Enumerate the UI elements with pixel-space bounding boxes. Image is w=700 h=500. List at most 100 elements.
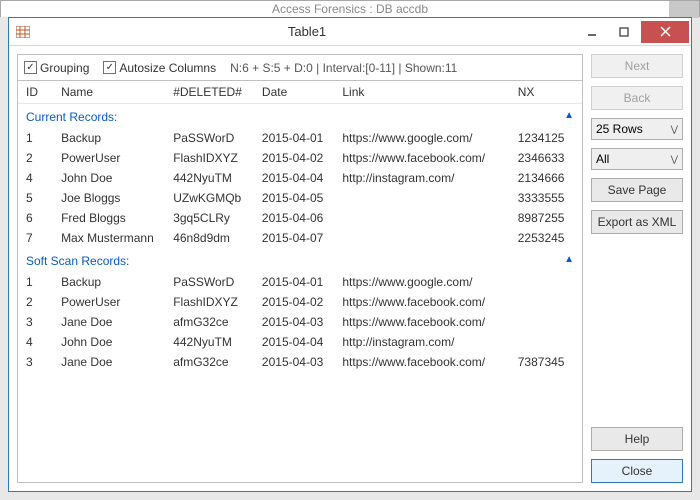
next-button[interactable]: Next [591, 54, 683, 78]
cell-del: 3gq5CLRy [165, 208, 254, 228]
cell-date: 2015-04-03 [254, 312, 334, 332]
rows-select[interactable]: 25 Rows ⋁ [591, 118, 683, 140]
cell-del: FlashIDXYZ [165, 148, 254, 168]
collapse-icon[interactable]: ▲ [564, 110, 574, 121]
cell-name: John Doe [53, 168, 165, 188]
cell-date: 2015-04-02 [254, 148, 334, 168]
cell-del: afmG32ce [165, 312, 254, 332]
help-button[interactable]: Help [591, 427, 683, 451]
close-dialog-button[interactable]: Close [591, 459, 683, 483]
cell-link [334, 208, 509, 228]
autosize-checkbox[interactable]: ✓ Autosize Columns [103, 61, 216, 75]
col-name[interactable]: Name [53, 81, 165, 104]
table-row[interactable]: 3Jane DoeafmG32ce2015-04-03https://www.f… [18, 352, 582, 372]
cell-name: Jane Doe [53, 352, 165, 372]
minimize-button[interactable] [577, 21, 607, 43]
col-date[interactable]: Date [254, 81, 334, 104]
cell-name: Max Mustermann [53, 228, 165, 248]
save-page-button[interactable]: Save Page [591, 178, 683, 202]
table-row[interactable]: 5Joe BloggsUZwKGMQb2015-04-053333555 [18, 188, 582, 208]
chevron-down-icon: ⋁ [671, 154, 678, 165]
cell-link: https://www.facebook.com/ [334, 148, 509, 168]
group-header[interactable]: Soft Scan Records:▲ [18, 248, 582, 272]
table-row[interactable]: 7Max Mustermann46n8d9dm2015-04-072253245 [18, 228, 582, 248]
table-row[interactable]: 6Fred Bloggs3gq5CLRy2015-04-068987255 [18, 208, 582, 228]
cell-link [334, 188, 509, 208]
chevron-down-icon: ⋁ [671, 124, 678, 135]
cell-date: 2015-04-04 [254, 332, 334, 352]
cell-del: UZwKGMQb [165, 188, 254, 208]
status-text: N:6 + S:5 + D:0 | Interval:[0-11] | Show… [230, 61, 457, 75]
table-row[interactable]: 1BackupPaSSWorD2015-04-01https://www.goo… [18, 128, 582, 148]
col-link[interactable]: Link [334, 81, 509, 104]
export-xml-button[interactable]: Export as XML [591, 210, 683, 234]
col-nx[interactable]: NX [510, 81, 582, 104]
cell-link [334, 228, 509, 248]
cell-del: afmG32ce [165, 352, 254, 372]
cell-link: https://www.facebook.com/ [334, 312, 509, 332]
cell-nx [510, 312, 582, 332]
window-title: Table1 [37, 24, 577, 39]
grouping-checkbox[interactable]: ✓ Grouping [24, 61, 89, 75]
dialog-window: Table1 ✓ Grouping ✓ Autosize Columns N:6… [8, 17, 692, 492]
table-row[interactable]: 3Jane DoeafmG32ce2015-04-03https://www.f… [18, 312, 582, 332]
cell-id: 4 [18, 168, 53, 188]
cell-del: PaSSWorD [165, 272, 254, 292]
cell-id: 3 [18, 312, 53, 332]
cell-nx [510, 272, 582, 292]
cell-link: https://www.google.com/ [334, 272, 509, 292]
cell-date: 2015-04-03 [254, 352, 334, 372]
cell-id: 1 [18, 128, 53, 148]
maximize-button[interactable] [609, 21, 639, 43]
left-panel: ✓ Grouping ✓ Autosize Columns N:6 + S:5 … [17, 54, 583, 483]
records-table: ID Name #DELETED# Date Link NX Current R… [18, 81, 582, 372]
table-row[interactable]: 1BackupPaSSWorD2015-04-01https://www.goo… [18, 272, 582, 292]
cell-id: 2 [18, 292, 53, 312]
table-row[interactable]: 2PowerUserFlashIDXYZ2015-04-02https://ww… [18, 292, 582, 312]
table-row[interactable]: 4John Doe442NyuTM2015-04-04http://instag… [18, 332, 582, 352]
cell-name: Joe Bloggs [53, 188, 165, 208]
cell-id: 7 [18, 228, 53, 248]
cell-link: https://www.google.com/ [334, 128, 509, 148]
cell-id: 2 [18, 148, 53, 168]
filter-select[interactable]: All ⋁ [591, 148, 683, 170]
cell-nx: 2253245 [510, 228, 582, 248]
cell-nx: 1234125 [510, 128, 582, 148]
group-header[interactable]: Current Records:▲ [18, 104, 582, 129]
cell-date: 2015-04-02 [254, 292, 334, 312]
close-button[interactable] [641, 21, 689, 43]
table-row[interactable]: 4John Doe442NyuTM2015-04-04http://instag… [18, 168, 582, 188]
cell-date: 2015-04-01 [254, 128, 334, 148]
parent-window-titlebar: Access Forensics : DB accdb [0, 0, 700, 17]
cell-nx [510, 292, 582, 312]
autosize-label: Autosize Columns [119, 61, 216, 75]
cell-name: PowerUser [53, 292, 165, 312]
cell-date: 2015-04-05 [254, 188, 334, 208]
titlebar: Table1 [9, 18, 691, 46]
grouping-label: Grouping [40, 61, 89, 75]
cell-id: 3 [18, 352, 53, 372]
cell-nx: 3333555 [510, 188, 582, 208]
toolbar: ✓ Grouping ✓ Autosize Columns N:6 + S:5 … [18, 55, 582, 81]
filter-select-value: All [596, 152, 609, 166]
cell-date: 2015-04-07 [254, 228, 334, 248]
cell-date: 2015-04-04 [254, 168, 334, 188]
cell-date: 2015-04-06 [254, 208, 334, 228]
table-scroll[interactable]: ID Name #DELETED# Date Link NX Current R… [18, 81, 582, 482]
col-id[interactable]: ID [18, 81, 53, 104]
table-row[interactable]: 2PowerUserFlashIDXYZ2015-04-02https://ww… [18, 148, 582, 168]
parent-close-button[interactable] [669, 1, 699, 18]
cell-id: 1 [18, 272, 53, 292]
cell-link: http://instagram.com/ [334, 332, 509, 352]
col-deleted[interactable]: #DELETED# [165, 81, 254, 104]
back-button[interactable]: Back [591, 86, 683, 110]
cell-link: https://www.facebook.com/ [334, 352, 509, 372]
cell-nx: 2346633 [510, 148, 582, 168]
cell-name: Jane Doe [53, 312, 165, 332]
check-icon: ✓ [24, 61, 37, 74]
collapse-icon[interactable]: ▲ [564, 254, 574, 265]
cell-date: 2015-04-01 [254, 272, 334, 292]
parent-title: Access Forensics : DB accdb [272, 2, 428, 16]
cell-name: John Doe [53, 332, 165, 352]
rows-select-value: 25 Rows [596, 122, 643, 136]
